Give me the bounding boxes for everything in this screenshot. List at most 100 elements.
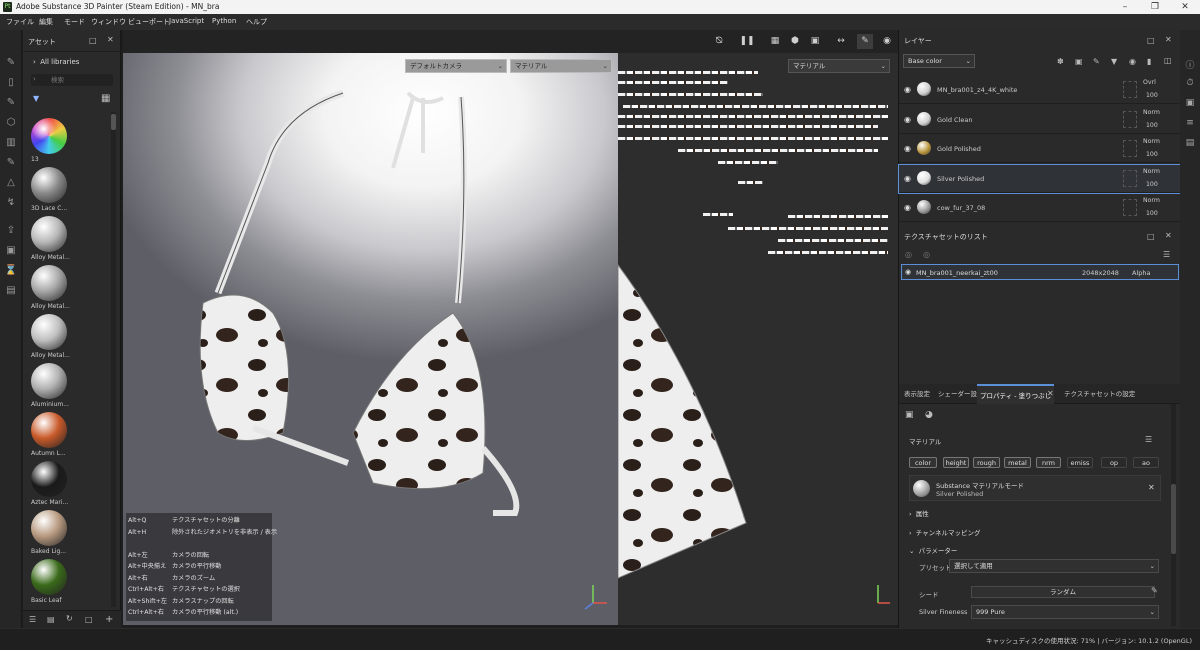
solo-icon[interactable]: ◎ (923, 250, 930, 259)
pause-icon[interactable]: ❚❚ (739, 34, 755, 49)
menu-javascript[interactable]: JavaScript (169, 17, 204, 25)
channel-chip-emiss[interactable]: emiss (1067, 457, 1093, 468)
layer-opacity[interactable]: 100 (1146, 210, 1158, 217)
texture-set-row[interactable]: ◉ MN_bra001_neerkai_zt00 2048x2048 Alpha (901, 264, 1179, 280)
asset-item[interactable]: 13 (26, 118, 86, 166)
fineness-dropdown[interactable]: 999 Pure ⌄ (971, 605, 1159, 619)
parameters-section[interactable]: ⌄ パラメーター (909, 545, 957, 555)
close-tab-icon[interactable]: ✕ (1047, 389, 1054, 398)
blend-mode[interactable]: Norm (1143, 168, 1160, 175)
filter-icon[interactable]: ▼ (33, 94, 39, 103)
add-mask-icon[interactable]: ▣ (1075, 57, 1083, 66)
clone-icon[interactable]: ✎ (4, 156, 18, 170)
blend-mode[interactable]: Norm (1143, 109, 1160, 116)
material-sphere-icon[interactable]: ◕ (925, 410, 933, 420)
asset-item[interactable]: Basic Leaf (26, 559, 86, 607)
layer-mask-slot[interactable] (1123, 169, 1137, 187)
asset-item[interactable]: Aztec Mari... (26, 461, 86, 509)
add-fill-layer-icon[interactable]: ▼ (1111, 57, 1117, 66)
screenshot-icon[interactable]: ◉ (879, 34, 895, 49)
close-window-icon[interactable]: ✕ (1170, 0, 1200, 14)
menu-viewport[interactable]: ビューポート (128, 17, 170, 27)
camera-video-icon[interactable]: ▣ (807, 34, 823, 49)
layer-mask-slot[interactable] (1123, 140, 1137, 157)
grid-view-icon[interactable]: ▦ (101, 93, 110, 104)
asset-search-input[interactable] (51, 75, 111, 85)
channel-chip-metal[interactable]: metal (1004, 457, 1031, 468)
eye-icon[interactable]: ◉ (904, 174, 911, 183)
menu-icon[interactable]: ☰ (1163, 250, 1170, 259)
help-icon[interactable]: ⓘ (1184, 58, 1196, 71)
picker-icon[interactable]: △ (4, 176, 18, 190)
close-panel-icon[interactable]: ✕ (1165, 35, 1172, 44)
close-panel-icon[interactable]: ✕ (107, 35, 114, 44)
layer-opacity[interactable]: 100 (1146, 122, 1158, 129)
float-panel-icon[interactable]: □ (89, 36, 97, 45)
material-dropdown-2d[interactable]: マテリアル ⌄ (788, 59, 890, 73)
layer-opacity[interactable]: 100 (1146, 181, 1158, 188)
menu-python[interactable]: Python (212, 17, 236, 25)
asset-scrollbar[interactable] (111, 112, 116, 607)
asset-item[interactable]: Alloy Metal... (26, 216, 86, 264)
float-panel-icon[interactable]: □ (1147, 232, 1155, 241)
minimize-icon[interactable]: – (1110, 0, 1140, 14)
asset-item[interactable]: Autumn L... (26, 412, 86, 460)
attributes-section[interactable]: › 属性 (909, 508, 929, 518)
layer-mask-slot[interactable] (1123, 110, 1137, 128)
log-icon[interactable]: ▤ (1184, 138, 1196, 150)
material-menu-icon[interactable]: ☰ (1145, 435, 1152, 444)
channel-mapping-section[interactable]: › チャンネルマッピング (909, 527, 981, 537)
view-mode-icon[interactable]: ▦ (767, 34, 783, 49)
layer-mask-slot[interactable] (1123, 81, 1137, 98)
layer-opacity[interactable]: 100 (1146, 151, 1158, 158)
blend-mode[interactable]: Norm (1143, 197, 1160, 204)
refresh-icon[interactable]: ↻ (66, 614, 73, 623)
delete-layer-icon[interactable]: ◫ (1164, 56, 1172, 65)
folder-icon[interactable]: □ (85, 615, 93, 624)
display-icon[interactable]: ▣ (1184, 98, 1196, 110)
library-selector[interactable]: › All libraries (33, 58, 79, 66)
paint-brush-icon[interactable]: ✎ (4, 56, 18, 70)
layer-opacity[interactable]: 100 (1146, 92, 1158, 99)
geometry-icon[interactable]: ↯ (4, 196, 18, 210)
remove-material-icon[interactable]: ✕ (1148, 483, 1155, 492)
cube-icon[interactable]: ⬢ (787, 34, 803, 49)
layer-row[interactable]: ◉ Gold Clean Norm 100 (899, 106, 1181, 134)
history-icon[interactable]: ⏱ (1184, 78, 1196, 90)
menu-mode[interactable]: モード (64, 17, 85, 27)
preset-dropdown[interactable]: 選択して適用 ⌄ (949, 559, 1159, 573)
eye-icon[interactable]: ◉ (905, 268, 911, 276)
layer-row[interactable]: ◉ Silver Polished Norm 100 (898, 163, 1182, 194)
list-icon[interactable]: ☰ (29, 615, 36, 624)
stack-icon[interactable]: ▤ (47, 615, 55, 624)
menu-window[interactable]: ウィンドウ (91, 17, 126, 27)
add-smart-material-icon[interactable]: ◉ (1129, 57, 1136, 66)
blend-mode[interactable]: Ovrl (1143, 79, 1156, 86)
channel-chip-ao[interactable]: ao (1133, 457, 1159, 468)
tab-display-settings[interactable]: 表示設定 (901, 384, 933, 404)
eye-icon[interactable]: ◉ (904, 85, 911, 94)
projection-icon[interactable]: ✎ (4, 96, 18, 110)
layer-mask-slot[interactable] (1123, 199, 1137, 216)
blend-mode[interactable]: Norm (1143, 138, 1160, 145)
layer-row[interactable]: ◉ Gold Polished Norm 100 (899, 135, 1181, 163)
eye-icon[interactable]: ◉ (904, 203, 911, 212)
seed-random-button[interactable]: ランダム (971, 586, 1155, 598)
menu-edit[interactable]: 編集 (39, 17, 53, 27)
channel-chip-rough[interactable]: rough (973, 457, 1000, 468)
material-slot[interactable]: Substance マテリアルモード Silver Polished ✕ (909, 475, 1161, 501)
export-icon[interactable]: ⇪ (4, 224, 18, 238)
document-icon[interactable]: ▤ (4, 284, 18, 298)
float-panel-icon[interactable]: □ (1147, 36, 1155, 45)
maximize-icon[interactable]: ❐ (1140, 0, 1170, 14)
menu-help[interactable]: ヘルプ (246, 17, 267, 27)
brush-tool-icon[interactable]: ✎ (857, 34, 873, 49)
layer-row[interactable]: ◉ cow_fur_37_08 Norm 100 (899, 194, 1181, 222)
hourglass-icon[interactable]: ⌛ (4, 264, 18, 278)
tab-texture-set-settings[interactable]: テクスチャセットの設定 (1061, 384, 1138, 404)
add-effect-icon[interactable]: ✽ (1057, 57, 1064, 66)
material-dropdown[interactable]: マテリアル ⌄ (510, 59, 612, 73)
viewport-2d[interactable]: マテリアル ⌄ (618, 53, 898, 625)
channel-chip-op[interactable]: op (1101, 457, 1127, 468)
layer-row[interactable]: ◉ MN_bra001_z4_4K_white Ovrl 100 (899, 76, 1181, 104)
